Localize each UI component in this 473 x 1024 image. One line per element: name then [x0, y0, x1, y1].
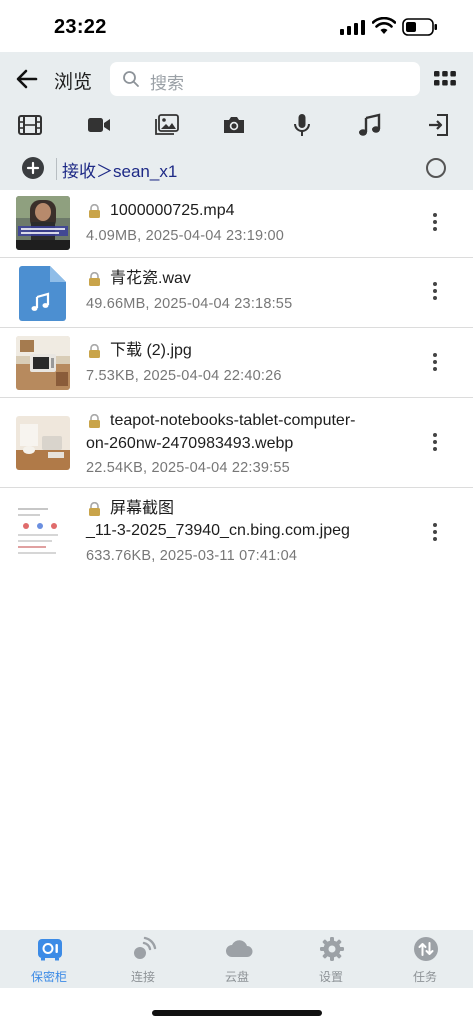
file-name-line1: 屏幕截图: [110, 500, 175, 517]
image-icon[interactable]: [154, 113, 180, 137]
wifi-icon: [372, 17, 396, 34]
list-item: 屏幕截图 _11-3-2025_73940_cn.bing.com.jpeg 6…: [0, 488, 473, 576]
home-indicator-area: [0, 988, 473, 1024]
more-options-icon[interactable]: [428, 212, 442, 232]
path-divider: [56, 158, 57, 180]
more-options-icon[interactable]: [428, 281, 442, 301]
list-item[interactable]: 下载 (2).jpg 7.53KB, 2025-04-04 22:40:26: [0, 328, 473, 398]
list-item[interactable]: 1000000725.mp4 4.09MB, 2025-04-04 23:19:…: [0, 190, 473, 258]
video-thumbnail: [16, 196, 70, 250]
file-name: 青花瓷.wav: [110, 270, 191, 287]
bottom-nav: 保密柜 连接 云盘 设置 任务: [0, 930, 473, 988]
status-bar: 23:22: [0, 0, 473, 52]
home-indicator[interactable]: [152, 1010, 322, 1016]
camera-icon[interactable]: [221, 113, 247, 137]
tab-connect[interactable]: 连接: [96, 930, 190, 988]
lock-icon: [89, 272, 100, 286]
file-name-line1: teapot-notebooks-tablet-computer-: [110, 412, 356, 429]
lock-icon: [89, 502, 100, 516]
audio-file-icon: [19, 266, 66, 321]
file-meta: 633.76KB, 2025-03-11 07:41:04: [86, 548, 298, 564]
file-meta: 4.09MB, 2025-04-04 23:19:00: [86, 228, 285, 244]
back-arrow-icon[interactable]: [14, 66, 40, 92]
image-thumbnail: [16, 504, 70, 558]
status-time: 23:22: [54, 16, 107, 38]
search-placeholder: 搜索: [150, 74, 184, 93]
add-icon[interactable]: [22, 157, 44, 179]
transfer-icon: [414, 937, 438, 961]
list-item[interactable]: teapot-notebooks-tablet-computer- on-260…: [0, 398, 473, 488]
file-name-line2: _11-3-2025_73940_cn.bing.com.jpeg: [86, 522, 350, 539]
music-icon[interactable]: [357, 113, 383, 137]
lock-icon: [89, 414, 100, 428]
list-item[interactable]: 青花瓷.wav 49.66MB, 2025-04-04 23:18:55: [0, 258, 473, 328]
file-name: 1000000725.mp4: [110, 202, 235, 219]
image-thumbnail: [16, 336, 70, 390]
tab-cloud[interactable]: 云盘: [190, 930, 284, 988]
file-meta: 22.54KB, 2025-04-04 22:39:55: [86, 460, 290, 476]
safe-icon: [38, 939, 62, 961]
breadcrumb[interactable]: 接收＞sean_x1: [62, 157, 177, 182]
cellular-signal-icon: [340, 20, 365, 35]
lock-icon: [89, 204, 100, 218]
path-bar: 接收＞sean_x1: [0, 146, 473, 190]
file-name: 下载 (2).jpg: [110, 342, 192, 359]
more-options-icon[interactable]: [428, 522, 442, 542]
import-icon[interactable]: [426, 113, 452, 137]
tab-safe[interactable]: 保密柜: [2, 930, 96, 988]
tab-label: 连接: [130, 970, 155, 984]
cloud-icon: [226, 940, 253, 957]
grid-view-icon[interactable]: [434, 70, 456, 88]
more-options-icon[interactable]: [428, 352, 442, 372]
image-thumbnail: [16, 416, 70, 470]
battery-icon: [402, 18, 437, 36]
lock-icon: [89, 344, 100, 358]
file-name-line2: on-260nw-2470983493.webp: [86, 435, 294, 452]
file-meta: 49.66MB, 2025-04-04 23:18:55: [86, 296, 293, 312]
more-options-icon[interactable]: [428, 432, 442, 452]
page-title: 浏览: [54, 72, 93, 93]
tab-label: 设置: [318, 970, 343, 984]
connect-icon: [134, 936, 157, 959]
file-meta: 7.53KB, 2025-04-04 22:40:26: [86, 368, 282, 384]
top-bar: 浏览 搜索: [0, 52, 473, 106]
tab-tasks[interactable]: 任务: [378, 930, 472, 988]
search-input[interactable]: 搜索: [110, 62, 420, 96]
search-icon: [123, 71, 139, 87]
tab-label: 任务: [412, 970, 437, 984]
file-list: 1000000725.mp4 4.09MB, 2025-04-04 23:19:…: [0, 190, 473, 576]
film-icon[interactable]: [17, 113, 43, 137]
filter-bar: [0, 106, 473, 146]
tab-label: 云盘: [224, 970, 249, 984]
tab-label: 保密柜: [30, 970, 67, 984]
video-camera-icon[interactable]: [86, 113, 112, 137]
gear-icon: [320, 937, 344, 961]
tab-settings[interactable]: 设置: [284, 930, 378, 988]
microphone-icon[interactable]: [289, 113, 315, 137]
app-screen: 23:22 浏览 搜索 接收＞sean_x1 1000000725.mp4 4.…: [0, 0, 473, 1024]
select-all-toggle[interactable]: [426, 158, 446, 178]
